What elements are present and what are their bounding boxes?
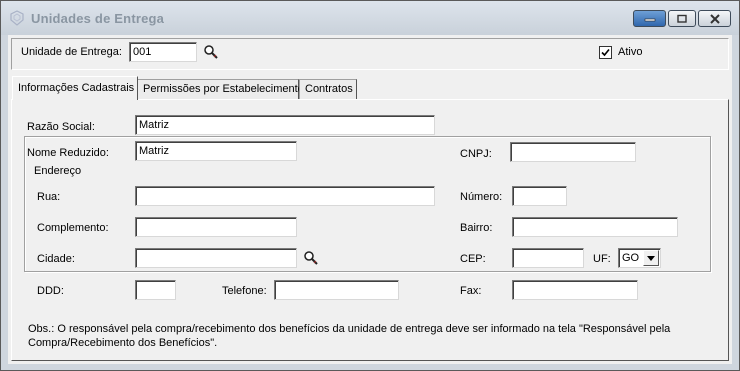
complemento-label: Complemento:	[37, 222, 109, 234]
close-button[interactable]	[698, 10, 731, 27]
cep-label: CEP:	[460, 253, 486, 265]
uf-select[interactable]: GO	[618, 248, 661, 268]
minimize-icon	[634, 11, 665, 26]
unidade-label: Unidade de Entrega:	[21, 46, 122, 58]
endereco-title: Endereço	[32, 165, 84, 177]
ddd-label: DDD:	[37, 285, 64, 297]
window-title: Unidades de Entrega	[31, 11, 165, 26]
tab-contratos[interactable]: Contratos	[299, 79, 357, 99]
cidade-input[interactable]	[135, 248, 297, 268]
ativo-label: Ativo	[618, 46, 643, 58]
restore-button[interactable]	[668, 10, 696, 27]
tab-label: Informações Cadastrais	[18, 82, 135, 94]
minimize-button[interactable]	[633, 10, 666, 27]
uf-value: GO	[622, 252, 640, 264]
rua-input[interactable]	[135, 186, 435, 206]
numero-label: Número:	[460, 191, 503, 203]
dialog-client-area: Unidade de Entrega: Ativo Informações Ca…	[8, 35, 732, 364]
fax-label: Fax:	[460, 285, 482, 297]
chevron-down-icon[interactable]	[643, 250, 659, 266]
tab-label: Permissões por Estabelecimento	[143, 83, 304, 95]
numero-input[interactable]	[512, 186, 567, 206]
tab-informacoes-cadastrais[interactable]: Informações Cadastrais	[12, 76, 138, 100]
telefone-label: Telefone:	[222, 285, 267, 297]
bairro-label: Bairro:	[460, 222, 493, 234]
cep-input[interactable]	[512, 248, 584, 268]
unidade-input[interactable]	[129, 42, 197, 62]
uf-label: UF:	[593, 253, 611, 265]
tab-permissoes-estabelecimento[interactable]: Permissões por Estabelecimento	[137, 79, 304, 99]
window: Unidades de Entrega Unidade de Entrega:	[0, 0, 740, 371]
telefone-input[interactable]	[274, 280, 399, 300]
close-icon	[699, 11, 730, 26]
bairro-input[interactable]	[512, 217, 678, 237]
title-bar[interactable]: Unidades de Entrega	[1, 1, 739, 35]
search-unidade-icon[interactable]	[203, 44, 219, 60]
razao-social-label: Razão Social:	[27, 121, 95, 133]
search-cidade-icon[interactable]	[303, 250, 319, 266]
restore-icon	[669, 11, 695, 26]
rua-label: Rua:	[37, 191, 61, 203]
complemento-input[interactable]	[135, 217, 297, 237]
razao-social-input[interactable]	[135, 115, 435, 135]
app-icon	[10, 10, 24, 26]
ddd-input[interactable]	[135, 280, 176, 300]
fax-input[interactable]	[512, 280, 638, 300]
checkmark-icon	[601, 48, 610, 57]
cidade-label: Cidade:	[37, 253, 75, 265]
ativo-checkbox[interactable]	[599, 46, 612, 59]
observation-note: Obs.: O responsável pela compra/recebime…	[28, 323, 671, 349]
tab-label: Contratos	[305, 83, 353, 95]
